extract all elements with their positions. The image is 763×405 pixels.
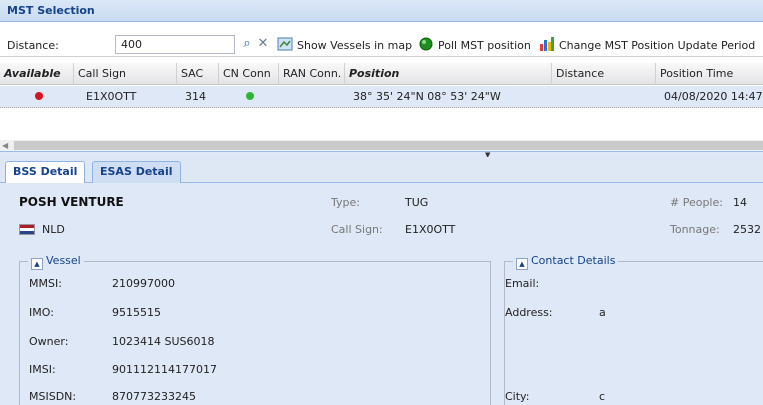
panel-title: MST Selection bbox=[0, 0, 763, 22]
poll-mst-button[interactable]: Poll MST position bbox=[438, 39, 531, 52]
mmsi-value: 210997000 bbox=[112, 277, 175, 290]
column-header-position[interactable]: Position bbox=[345, 63, 552, 85]
toolbar: Distance: 400 ⌕ ✕ Show Vessels in map Po… bbox=[0, 33, 763, 57]
cell-position: 38° 35' 24"N 08° 53' 24"W bbox=[353, 90, 501, 103]
address-label: Address: bbox=[505, 306, 553, 319]
cell-ran-conn bbox=[279, 86, 345, 108]
email-label: Email: bbox=[505, 277, 540, 290]
flag-nld-icon bbox=[19, 224, 35, 235]
available-status-icon bbox=[35, 92, 43, 100]
collapse-up-icon[interactable]: ▲ bbox=[31, 258, 43, 270]
cell-distance bbox=[556, 86, 656, 108]
call-sign-value: E1X0OTT bbox=[405, 223, 456, 236]
owner-value: 1023414 SUS6018 bbox=[112, 335, 215, 348]
vessel-name: POSH VENTURE bbox=[19, 195, 124, 209]
call-sign-label: Call Sign: bbox=[331, 223, 383, 236]
column-header-ran-conn[interactable]: RAN Conn. bbox=[279, 63, 345, 85]
tonnage-value: 2532 bbox=[733, 223, 761, 236]
flag-label: NLD bbox=[42, 223, 65, 236]
distance-label: Distance: bbox=[7, 39, 59, 52]
detail-tabbar: BSS Detail ESAS Detail bbox=[0, 157, 763, 184]
column-header-cn-conn[interactable]: CN Conn bbox=[219, 63, 279, 85]
address-value: a bbox=[599, 306, 606, 319]
city-value: c bbox=[599, 390, 606, 403]
scrollbar-thumb[interactable] bbox=[14, 141, 763, 150]
vessel-fieldset: ▲ Vessel bbox=[19, 254, 491, 405]
search-icon[interactable]: ⌕ bbox=[239, 36, 255, 52]
imsi-value: 901112114177017 bbox=[112, 363, 217, 376]
cell-sac: 314 bbox=[185, 90, 206, 103]
bss-detail-panel: POSH VENTURE NLD Type: TUG Call Sign: E1… bbox=[0, 183, 763, 405]
tab-esas-detail[interactable]: ESAS Detail bbox=[92, 161, 181, 183]
show-vessels-button[interactable]: Show Vessels in map bbox=[297, 39, 412, 52]
grid-header: Available Call Sign SAC CN Conn RAN Conn… bbox=[0, 63, 763, 85]
cell-call-sign: E1X0OTT bbox=[86, 90, 137, 103]
imo-label: IMO: bbox=[29, 306, 54, 319]
msisdn-label: MSISDN: bbox=[29, 390, 77, 403]
imo-value: 9515515 bbox=[112, 306, 161, 319]
column-header-position-time[interactable]: Position Time bbox=[656, 63, 763, 85]
cn-conn-status-icon bbox=[246, 92, 254, 100]
owner-label: Owner: bbox=[29, 335, 69, 348]
mmsi-label: MMSI: bbox=[29, 277, 62, 290]
distance-input[interactable]: 400 bbox=[115, 35, 235, 54]
poll-icon[interactable] bbox=[418, 36, 434, 52]
scroll-left-arrow-icon[interactable]: ◀ bbox=[2, 140, 8, 151]
vessel-section-title: Vessel bbox=[46, 254, 81, 267]
type-label: Type: bbox=[331, 196, 360, 209]
clear-icon[interactable]: ✕ bbox=[256, 36, 270, 52]
column-header-available[interactable]: Available bbox=[0, 63, 74, 85]
people-label: # People: bbox=[670, 196, 723, 209]
vessel-legend[interactable]: ▲ Vessel bbox=[28, 254, 84, 270]
people-value: 14 bbox=[733, 196, 747, 209]
table-row[interactable]: E1X0OTT 314 38° 35' 24"N 08° 53' 24"W 04… bbox=[0, 86, 763, 108]
map-icon[interactable] bbox=[277, 36, 293, 52]
change-update-period-button[interactable]: Change MST Position Update Period bbox=[559, 39, 755, 52]
tab-bss-detail[interactable]: BSS Detail bbox=[5, 161, 86, 184]
cell-position-time: 04/08/2020 14:47:2 bbox=[664, 90, 763, 103]
imsi-label: IMSI: bbox=[29, 363, 56, 376]
city-label: City: bbox=[505, 390, 530, 403]
horizontal-scrollbar[interactable]: ◀ bbox=[0, 140, 763, 151]
contact-fieldset: ▲ Contact Details bbox=[504, 254, 763, 405]
type-value: TUG bbox=[405, 196, 429, 209]
collapse-up-icon[interactable]: ▲ bbox=[516, 258, 528, 270]
contact-legend[interactable]: ▲ Contact Details bbox=[513, 254, 619, 270]
column-header-sac[interactable]: SAC bbox=[177, 63, 219, 85]
msisdn-value: 870773233245 bbox=[112, 390, 196, 403]
column-header-distance[interactable]: Distance bbox=[552, 63, 656, 85]
tonnage-label: Tonnage: bbox=[670, 223, 720, 236]
column-header-call-sign[interactable]: Call Sign bbox=[74, 63, 177, 85]
contact-section-title: Contact Details bbox=[531, 254, 616, 267]
chart-settings-icon[interactable] bbox=[539, 36, 555, 52]
